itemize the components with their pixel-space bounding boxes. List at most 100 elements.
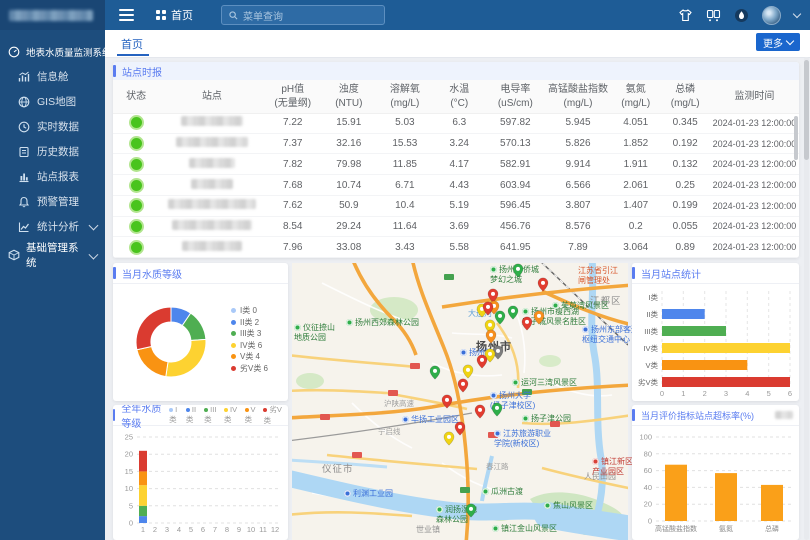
cell-value: 7.62 bbox=[265, 200, 321, 211]
svg-text:40: 40 bbox=[644, 483, 652, 492]
cell-value: 0.055 bbox=[660, 221, 709, 232]
legend-item: V类 bbox=[245, 405, 259, 425]
status-dot bbox=[113, 157, 159, 172]
column-header-6: 水温(°C) bbox=[433, 83, 486, 110]
cell-time: 2024-01-23 12:00:00 bbox=[710, 118, 799, 128]
cell-value: 0.89 bbox=[660, 242, 709, 253]
month-grade-card-header: 当月水质等级 bbox=[113, 263, 288, 284]
tabbar: 首页 更多 bbox=[105, 30, 810, 58]
legend-item: III类 bbox=[204, 405, 219, 425]
cell-value: 5.826 bbox=[545, 138, 611, 149]
map-marker-red[interactable] bbox=[482, 301, 494, 316]
map-marker-red[interactable] bbox=[537, 277, 549, 292]
page-scrollbar[interactable] bbox=[804, 60, 809, 160]
month-station-card: 当月站点统计 0123456I类II类III类IV类V类劣V类 bbox=[632, 263, 799, 401]
sidebar-item-3[interactable]: 实时数据 bbox=[0, 114, 105, 139]
map-panel[interactable]: 扬州市江都区仪征市世业镇人民田园扬州站大运河扬州华侨城梦幻之城扬州市瘦西湖唐子城… bbox=[292, 263, 628, 540]
map-marker-red[interactable] bbox=[474, 404, 486, 419]
flame-icon[interactable] bbox=[734, 8, 749, 23]
map-marker-red[interactable] bbox=[476, 354, 488, 369]
map-marker-red[interactable] bbox=[457, 378, 469, 393]
sidebar: 地表水质量监测系统 信息舱GIS地图实时数据历史数据站点报表预警管理统计分析 基… bbox=[0, 0, 105, 540]
map-marker-green[interactable] bbox=[507, 305, 519, 320]
sidebar-item-2[interactable]: GIS地图 bbox=[0, 89, 105, 114]
svg-text:11: 11 bbox=[259, 525, 267, 534]
sidebar-section-base-management[interactable]: 基础管理系统 bbox=[0, 243, 105, 267]
dashboard-icon bbox=[18, 71, 30, 83]
vbar-svg: 020406080100高锰酸盐指数氨氮总磷 bbox=[632, 425, 799, 540]
map-label: 茱萸湾风景区 bbox=[552, 301, 609, 311]
topbar-home-label: 首页 bbox=[171, 7, 193, 23]
topbar: 首页 菜单查询 bbox=[105, 0, 810, 30]
map-marker-green[interactable] bbox=[491, 402, 503, 417]
search-input[interactable]: 菜单查询 bbox=[221, 5, 385, 25]
legend-item: II类 2 bbox=[231, 317, 268, 329]
tab-active-underline bbox=[117, 54, 149, 56]
poi-icon bbox=[402, 416, 409, 423]
poi-icon bbox=[582, 326, 589, 333]
map-marker-orange[interactable] bbox=[485, 329, 497, 344]
map-marker-red[interactable] bbox=[454, 421, 466, 436]
poi-icon bbox=[522, 415, 529, 422]
svg-text:总磷: 总磷 bbox=[765, 524, 779, 533]
trend-icon bbox=[18, 221, 30, 233]
map-marker-green[interactable] bbox=[465, 503, 477, 518]
map-marker-green[interactable] bbox=[429, 365, 441, 380]
app-logo bbox=[0, 0, 105, 30]
map-marker-red[interactable] bbox=[521, 316, 533, 331]
svg-text:10: 10 bbox=[125, 484, 133, 493]
sidebar-section-surface-water-system[interactable]: 地表水质量监测系统 bbox=[0, 40, 105, 64]
month-station-chart: 0123456I类II类III类IV类V类劣V类 bbox=[632, 283, 799, 401]
map-marker-orange[interactable] bbox=[533, 310, 545, 325]
map-marker-red[interactable] bbox=[441, 394, 453, 409]
map-marker-green[interactable] bbox=[512, 263, 524, 278]
theme-skin-icon[interactable] bbox=[678, 8, 693, 23]
poi-icon bbox=[482, 488, 489, 495]
column-header-1: 状态 bbox=[113, 90, 159, 104]
column-header-2: 站点 bbox=[159, 90, 265, 104]
cell-value: 6.71 bbox=[377, 180, 433, 191]
cell-value: 3.807 bbox=[545, 200, 611, 211]
table-scrollbar[interactable] bbox=[794, 116, 798, 160]
hamburger-menu-icon[interactable] bbox=[119, 6, 134, 24]
tab-home[interactable]: 首页 bbox=[121, 36, 143, 52]
sidebar-item-6[interactable]: 预警管理 bbox=[0, 189, 105, 214]
card-accent-bar bbox=[113, 409, 115, 421]
svg-text:高锰酸盐指数: 高锰酸盐指数 bbox=[655, 524, 697, 533]
table-row: 7.6250.910.45.19596.453.8071.4070.199202… bbox=[113, 196, 799, 217]
cell-value: 570.13 bbox=[486, 138, 545, 149]
cell-value: 0.132 bbox=[660, 159, 709, 170]
cell-value: 596.45 bbox=[486, 200, 545, 211]
poi-icon bbox=[512, 379, 519, 386]
cell-value: 1.852 bbox=[611, 138, 660, 149]
cell-value: 4.051 bbox=[611, 117, 660, 128]
sidebar-item-4[interactable]: 历史数据 bbox=[0, 139, 105, 164]
exceed-rate-chart: 020406080100高锰酸盐指数氨氮总磷 bbox=[632, 425, 799, 540]
sidebar-item-1[interactable]: 信息舱 bbox=[0, 64, 105, 89]
svg-text:氨氮: 氨氮 bbox=[719, 524, 733, 533]
map-label: 利渊工业园 bbox=[344, 489, 393, 499]
status-dot bbox=[113, 136, 159, 151]
topbar-home-link[interactable]: 首页 bbox=[156, 7, 193, 23]
map-marker-yellow[interactable] bbox=[443, 431, 455, 446]
sidebar-item-7[interactable]: 统计分析 bbox=[0, 214, 105, 239]
map-marker-yellow[interactable] bbox=[462, 364, 474, 379]
legend-item: IV类 bbox=[224, 405, 239, 425]
cell-value: 1.407 bbox=[611, 200, 660, 211]
stacked-bar-svg: 0510152025123456789101112 bbox=[113, 425, 288, 540]
cell-time: 2024-01-23 12:00:00 bbox=[710, 221, 799, 231]
more-button[interactable]: 更多 bbox=[756, 33, 800, 51]
avatar[interactable] bbox=[762, 6, 781, 25]
sidebar-item-label: 统计分析 bbox=[37, 219, 79, 234]
clock-icon bbox=[18, 121, 30, 133]
screen-layout-icon[interactable] bbox=[706, 8, 721, 23]
svg-text:3: 3 bbox=[165, 525, 169, 534]
chevron-down-icon[interactable] bbox=[793, 9, 801, 17]
poi-icon bbox=[490, 392, 497, 399]
map-label: 运河三湾风景区 bbox=[512, 378, 577, 388]
cell-value: 5.19 bbox=[433, 200, 486, 211]
cell-value: 7.82 bbox=[265, 159, 321, 170]
sidebar-item-5[interactable]: 站点报表 bbox=[0, 164, 105, 189]
cell-value: 32.16 bbox=[321, 138, 377, 149]
cell-value: 0.2 bbox=[611, 221, 660, 232]
